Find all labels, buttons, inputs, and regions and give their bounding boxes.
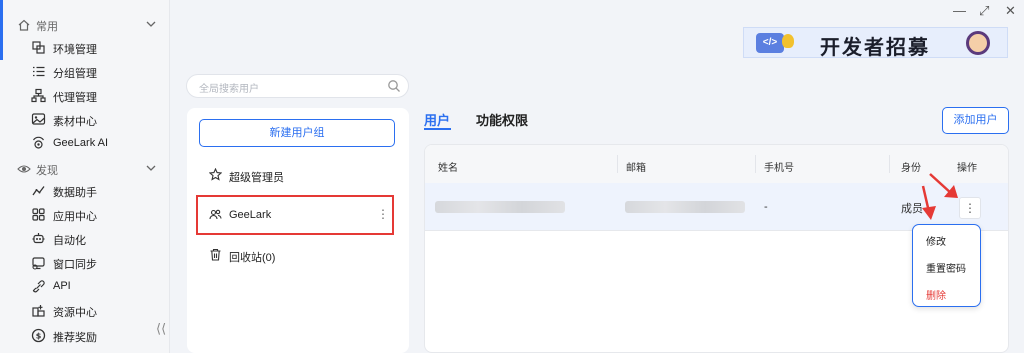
developer-avatar-icon (966, 31, 990, 55)
list-icon (33, 66, 45, 77)
sidebar-item-environment[interactable]: 环境管理 (0, 36, 170, 58)
sidebar-item-referral[interactable]: $ 推荐奖励 (0, 324, 170, 346)
column-name: 姓名 (438, 163, 458, 174)
minimize-icon[interactable]: — (953, 3, 966, 18)
chart-icon (32, 186, 45, 196)
sidebar-item-data-assistant[interactable]: 数据助手 (0, 179, 170, 201)
annotation-arrows (921, 173, 958, 220)
group-item-label: 超级管理员 (229, 172, 284, 184)
tab-users[interactable]: 用户 (424, 110, 450, 129)
column-divider (889, 155, 890, 173)
environment-icon (32, 41, 45, 54)
group-item-label: 回收站(0) (229, 252, 276, 264)
highlight-box (196, 195, 394, 235)
close-icon[interactable]: ✕ (1005, 3, 1016, 19)
sidebar-item-label: GeeLark AI (53, 137, 109, 149)
search-icon[interactable] (387, 79, 401, 93)
menu-item-delete[interactable]: 删除 (926, 287, 946, 302)
new-user-group-button[interactable]: 新建用户组 (199, 119, 395, 147)
robot-icon (32, 233, 45, 244)
active-tab-indicator (424, 128, 451, 130)
api-icon (32, 280, 45, 293)
chevron-down-icon[interactable] (144, 161, 158, 175)
sidebar-item-label: 数据助手 (53, 187, 97, 199)
sidebar-item-materials[interactable]: 素材中心 (0, 108, 170, 130)
redacted-name (435, 201, 565, 213)
sidebar-item-ai[interactable]: GeeLark AI (0, 132, 170, 154)
collapse-sidebar-icon[interactable]: ⟨⟨ (156, 321, 166, 337)
group-item-recycle-bin[interactable]: 回收站(0) (197, 242, 399, 268)
resource-icon (32, 305, 45, 317)
sidebar-item-label: 素材中心 (53, 116, 97, 128)
home-icon (18, 19, 30, 31)
maximize-icon[interactable]: ⤢ (979, 3, 989, 19)
section-common-label: 常用 (36, 21, 58, 33)
sidebar-item-label: 推荐奖励 (53, 332, 97, 344)
dollar-icon: $ (31, 328, 46, 343)
sidebar: 常用 环境管理 分组管理 代理管理 素材中心 GeeLark AI 发现 数据助… (0, 0, 170, 353)
global-user-search[interactable]: 全局搜索用户 (186, 74, 409, 98)
svg-text:$: $ (36, 332, 42, 341)
sidebar-item-resources[interactable]: 资源中心 (0, 299, 170, 321)
sync-icon (32, 257, 45, 270)
developer-recruitment-banner[interactable]: </> 开发者招募 (743, 27, 1008, 58)
column-email: 邮箱 (626, 163, 646, 174)
column-divider (617, 155, 618, 173)
image-icon (31, 113, 46, 125)
column-divider (755, 155, 756, 173)
sidebar-item-proxy[interactable]: 代理管理 (0, 84, 170, 106)
apps-icon (32, 208, 45, 221)
section-discover[interactable]: 发现 (0, 158, 170, 180)
sidebar-item-label: 分组管理 (53, 68, 97, 80)
menu-item-reset-password[interactable]: 重置密码 (926, 260, 966, 275)
sidebar-item-label: 环境管理 (53, 44, 97, 56)
lightbulb-icon (782, 34, 794, 48)
sidebar-item-label: 资源中心 (53, 307, 97, 319)
sidebar-item-api[interactable]: API (0, 275, 170, 297)
banner-text: 开发者招募 (820, 35, 930, 58)
search-placeholder: 全局搜索用户 (199, 84, 259, 95)
sidebar-item-label: 代理管理 (53, 92, 97, 104)
group-item-super-admin[interactable]: 超级管理员 (197, 162, 399, 188)
sidebar-item-label: 应用中心 (53, 211, 97, 223)
sidebar-item-groups[interactable]: 分组管理 (0, 60, 170, 82)
sidebar-item-label: 自动化 (53, 235, 86, 247)
trash-icon (210, 248, 221, 261)
sidebar-item-label: API (53, 280, 71, 292)
section-discover-label: 发现 (36, 165, 58, 177)
section-common[interactable]: 常用 (0, 14, 170, 36)
eye-icon (17, 165, 31, 173)
chevron-down-icon[interactable] (144, 17, 158, 31)
sidebar-item-label: 窗口同步 (53, 259, 97, 271)
cell-phone: - (764, 201, 768, 213)
sidebar-item-automation[interactable]: 自动化 (0, 227, 170, 249)
sidebar-item-app-center[interactable]: 应用中心 (0, 203, 170, 225)
add-user-button[interactable]: 添加用户 (942, 107, 1009, 134)
tab-permissions[interactable]: 功能权限 (476, 110, 528, 129)
star-icon (209, 168, 222, 181)
ai-icon (33, 136, 44, 149)
redacted-email (625, 201, 745, 213)
sidebar-item-window-sync[interactable]: 窗口同步 (0, 251, 170, 273)
proxy-icon (31, 88, 46, 103)
code-tag-icon: </> (756, 33, 784, 53)
column-phone: 手机号 (764, 163, 794, 174)
